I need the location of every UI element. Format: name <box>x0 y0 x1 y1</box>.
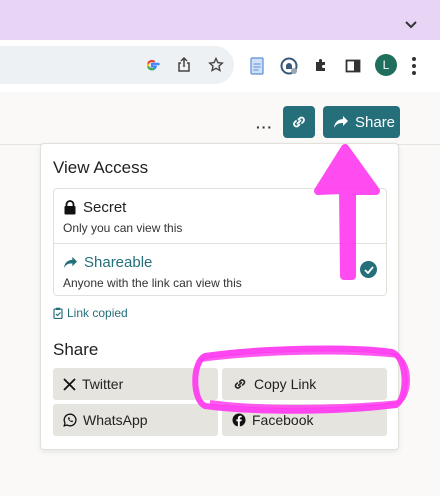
browser-menu-icon[interactable] <box>411 57 417 75</box>
share-button-label: Twitter <box>82 376 124 392</box>
tab-search-chevron-icon[interactable] <box>402 16 420 34</box>
side-panel-icon[interactable] <box>343 56 363 76</box>
share-heading: Share <box>53 340 99 359</box>
share-button-label: WhatsApp <box>83 412 148 428</box>
link-icon <box>293 116 305 128</box>
facebook-icon <box>232 413 246 427</box>
share-page-icon[interactable] <box>174 55 194 75</box>
bookmark-star-icon[interactable] <box>206 55 226 75</box>
extensions-puzzle-icon[interactable] <box>311 56 331 76</box>
page-content: ··· Share View Access Secret Only you ca… <box>0 92 440 496</box>
access-option-description: Anyone with the link can view this <box>63 276 242 290</box>
share-dropdown-panel: View Access Secret Only you can view thi… <box>40 143 399 450</box>
selected-check-icon <box>360 261 377 278</box>
password-extension-icon[interactable] <box>279 56 299 76</box>
x-logo-icon <box>63 377 76 391</box>
access-option-title: Shareable <box>84 254 153 271</box>
copy-link-button[interactable] <box>283 106 315 138</box>
share-button-label: Facebook <box>252 412 314 428</box>
share-facebook-button[interactable]: Facebook <box>222 404 387 436</box>
browser-toolbar: L <box>0 40 440 92</box>
link-icon <box>234 379 246 389</box>
share-arrow-icon <box>64 256 77 269</box>
lock-icon <box>64 200 76 215</box>
whatsapp-icon <box>63 413 77 427</box>
share-button[interactable]: Share <box>323 106 400 138</box>
more-options-button[interactable]: ··· <box>256 119 273 135</box>
profile-avatar[interactable]: L <box>375 54 397 76</box>
access-option-description: Only you can view this <box>63 221 183 235</box>
clipboard-check-icon <box>53 307 63 319</box>
access-options: Secret Only you can view this Shareable … <box>53 188 387 296</box>
share-whatsapp-button[interactable]: WhatsApp <box>53 404 218 436</box>
access-option-title: Secret <box>83 199 127 216</box>
link-copied-status: Link copied <box>53 306 128 320</box>
link-copied-label: Link copied <box>67 306 128 320</box>
access-option-shareable[interactable]: Shareable Anyone with the link can view … <box>54 243 386 297</box>
share-copy-link-button[interactable]: Copy Link <box>222 368 387 400</box>
share-twitter-button[interactable]: Twitter <box>53 368 218 400</box>
share-button-label: Copy Link <box>254 376 317 392</box>
view-access-heading: View Access <box>53 158 149 177</box>
google-lens-icon[interactable] <box>142 55 162 75</box>
address-bar[interactable] <box>0 46 234 84</box>
share-button-label: Share <box>355 113 396 131</box>
access-option-secret[interactable]: Secret Only you can view this <box>54 189 386 243</box>
docs-extension-icon[interactable] <box>247 56 267 76</box>
share-arrow-icon <box>334 116 348 128</box>
